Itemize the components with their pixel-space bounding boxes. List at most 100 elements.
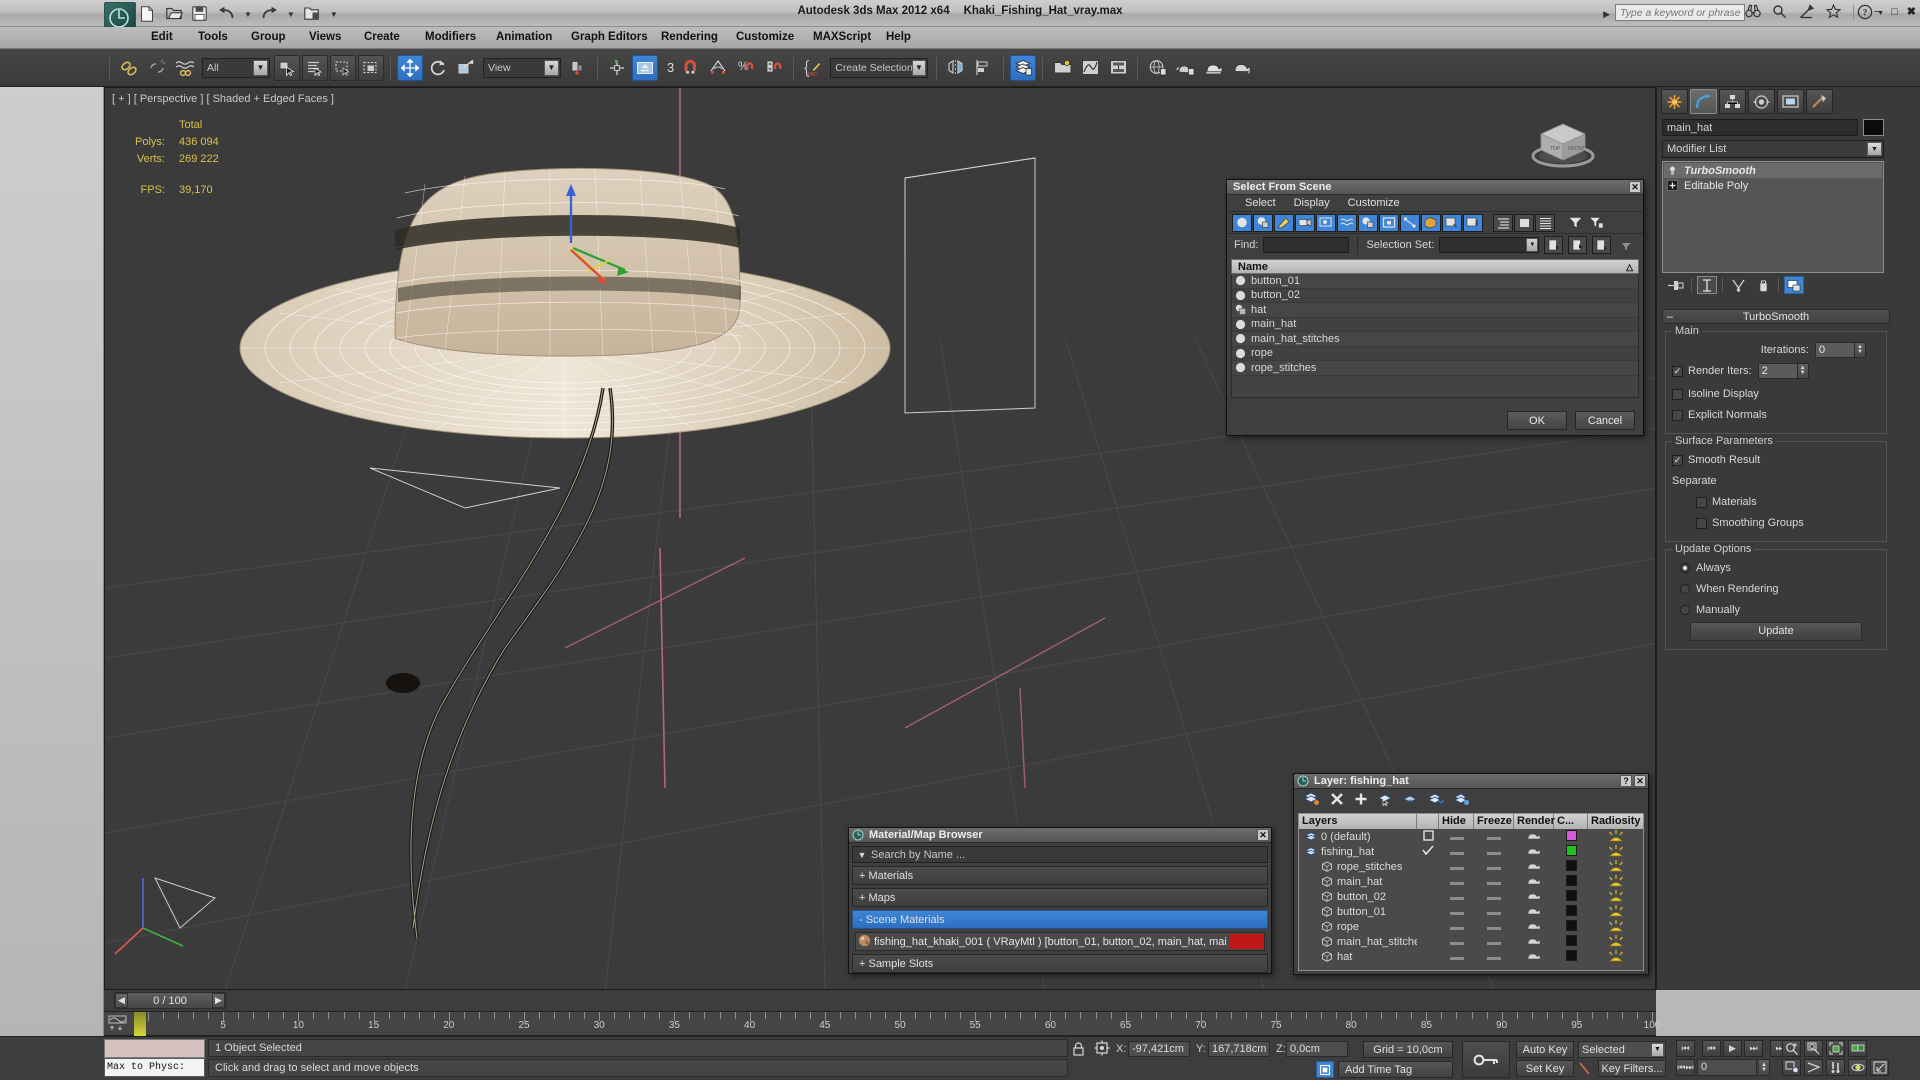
current-time-marker[interactable] [134, 1012, 146, 1036]
render-toggle[interactable] [1514, 860, 1554, 874]
layer-color-swatch[interactable] [1554, 889, 1588, 904]
list-item[interactable]: button_02 [1232, 288, 1638, 303]
layer-manager-dialog[interactable]: Layer: fishing_hat ? ✕ Layers Hide Freez… [1293, 773, 1649, 975]
zoom-all-icon[interactable] [1804, 1040, 1823, 1057]
qat-overflow-arrow[interactable]: ▶ [1603, 9, 1610, 20]
help-icon[interactable]: ? [1857, 4, 1873, 23]
render-toggle[interactable] [1514, 935, 1554, 949]
tab-modify[interactable] [1690, 89, 1717, 114]
set-project-folder-icon[interactable] [304, 6, 321, 23]
highlight-objects-icon[interactable] [1403, 792, 1418, 809]
col-hide[interactable]: Hide [1439, 814, 1474, 829]
layer-row[interactable]: button_02 [1299, 889, 1643, 904]
update-manually-radio[interactable] [1680, 605, 1690, 615]
key-mode-combo[interactable]: Selected ▼ [1578, 1041, 1666, 1058]
layer-row[interactable]: rope [1299, 919, 1643, 934]
mmb-section-sample-slots[interactable]: + Sample Slots [852, 954, 1268, 973]
chevron-down-icon[interactable]: ▼ [1526, 238, 1539, 252]
menu-item-modifiers[interactable]: Modifiers [419, 30, 482, 44]
max-to-physical-widget[interactable]: Max to Physc: [104, 1039, 205, 1079]
window-crossing-toggle-icon[interactable] [358, 54, 384, 81]
key-filters-button[interactable]: Key Filters... [1598, 1060, 1666, 1077]
render-toggle[interactable] [1514, 890, 1554, 904]
list-item[interactable]: hat [1232, 303, 1638, 318]
layer-color-swatch[interactable] [1554, 844, 1588, 859]
current-layer-checkbox[interactable] [1417, 829, 1439, 844]
hide-toggle[interactable] [1439, 846, 1474, 858]
menu-customize[interactable]: Customize [1348, 197, 1400, 209]
scene-material-item[interactable]: fishing_hat_khaki_001 ( VRayMtl ) [butto… [855, 932, 1265, 951]
object-name-field[interactable]: main_hat [1662, 119, 1858, 136]
column-header-name[interactable]: Name △ [1231, 259, 1639, 274]
make-unique-icon[interactable] [1728, 276, 1748, 294]
col-radiosity[interactable]: Radiosity [1588, 814, 1643, 829]
radiosity-toggle[interactable] [1588, 919, 1643, 935]
use-transform-coordinate-center-icon[interactable] [632, 54, 658, 81]
tab-create[interactable] [1661, 89, 1688, 114]
radiosity-toggle[interactable] [1588, 829, 1643, 845]
time-slider-bar[interactable]: ◀ 0 / 100 ▶ [104, 990, 1656, 1012]
menu-item-tools[interactable]: Tools [192, 30, 234, 44]
menu-item-group[interactable]: Group [245, 30, 292, 44]
chevron-down-icon[interactable]: ▼ [253, 59, 268, 76]
filter-settings-icon[interactable] [1586, 214, 1606, 232]
chevron-down-icon[interactable]: ▼ [544, 59, 559, 76]
redo-dropdown-icon[interactable]: ▼ [287, 10, 295, 19]
tab-hierarchy[interactable] [1719, 89, 1746, 114]
expand-plus-icon[interactable] [1666, 180, 1679, 192]
freeze-toggle[interactable] [1474, 891, 1514, 903]
help-icon[interactable]: ? [1620, 775, 1632, 787]
select-layer-objects-icon[interactable] [1378, 792, 1393, 809]
radiosity-toggle[interactable] [1588, 889, 1643, 905]
layer-row[interactable]: fishing_hat [1299, 844, 1643, 859]
star-icon[interactable] [1825, 3, 1842, 21]
bind-to-space-warp-icon[interactable] [172, 55, 198, 81]
current-frame-field[interactable]: 0 [1697, 1059, 1757, 1076]
chevron-down-icon[interactable]: ▼ [911, 59, 927, 76]
next-frame-icon[interactable]: ▶ [211, 993, 225, 1008]
toggle-scene-explorer-icon[interactable] [1049, 55, 1075, 81]
select-by-name-icon[interactable] [302, 54, 328, 81]
undo-dropdown-icon[interactable]: ▼ [244, 10, 252, 19]
render-toggle[interactable] [1514, 830, 1554, 844]
selection-filter-combo[interactable]: All ▼ [202, 57, 270, 78]
menu-item-graph-editors[interactable]: Graph Editors [565, 30, 654, 44]
display-containers-icon[interactable] [1421, 213, 1441, 232]
display-cameras-icon[interactable] [1295, 213, 1315, 232]
freeze-toggle[interactable] [1474, 861, 1514, 873]
key-tangent-icon[interactable] [1578, 1061, 1594, 1077]
rectangular-selection-region-icon[interactable] [330, 54, 356, 81]
layer-row[interactable]: main_hat [1299, 874, 1643, 889]
iterations-spinner[interactable]: ▲ ▼ [1855, 342, 1866, 358]
hide-toggle[interactable] [1439, 951, 1474, 963]
named-selection-sets-combo[interactable]: Create Selection Set ▼ [830, 57, 929, 78]
layer-color-swatch[interactable] [1554, 904, 1588, 919]
display-xrefs-icon[interactable] [1379, 213, 1399, 232]
remove-modifier-icon[interactable] [1753, 276, 1773, 294]
display-hidden-icon[interactable] [1463, 213, 1483, 232]
radiosity-toggle[interactable] [1588, 844, 1643, 860]
search-input[interactable] [1616, 5, 1744, 20]
redo-icon[interactable] [261, 6, 278, 23]
mmb-section-scene-materials[interactable]: - Scene Materials [852, 910, 1268, 929]
layer-grid[interactable]: Layers Hide Freeze Render C... Radiosity… [1298, 813, 1644, 971]
undo-icon[interactable] [218, 6, 235, 23]
qat-dropdown-icon[interactable]: ▼ [330, 10, 338, 19]
set-current-layer-icon[interactable] [1428, 792, 1445, 809]
display-lights-icon[interactable] [1274, 213, 1294, 232]
hide-toggle[interactable] [1439, 831, 1474, 843]
update-always-radio[interactable] [1680, 563, 1690, 573]
find-input[interactable] [1263, 237, 1350, 253]
layer-row[interactable]: button_01 [1299, 904, 1643, 919]
selection-lock-icon[interactable] [1072, 1042, 1085, 1059]
render-toggle[interactable] [1514, 905, 1554, 919]
viewport-label[interactable]: [ + ] [ Perspective ] [ Shaded + Edged F… [112, 93, 334, 105]
y-coordinate-field[interactable]: 167,718cm [1208, 1041, 1270, 1057]
col-current[interactable] [1417, 814, 1439, 829]
list-item[interactable]: rope_stitches [1232, 361, 1638, 376]
save-icon[interactable] [192, 5, 209, 23]
orbit-icon[interactable] [1848, 1059, 1867, 1076]
list-item[interactable]: main_hat [1232, 317, 1638, 332]
hide-toggle[interactable] [1439, 921, 1474, 933]
freeze-toggle[interactable] [1474, 951, 1514, 963]
